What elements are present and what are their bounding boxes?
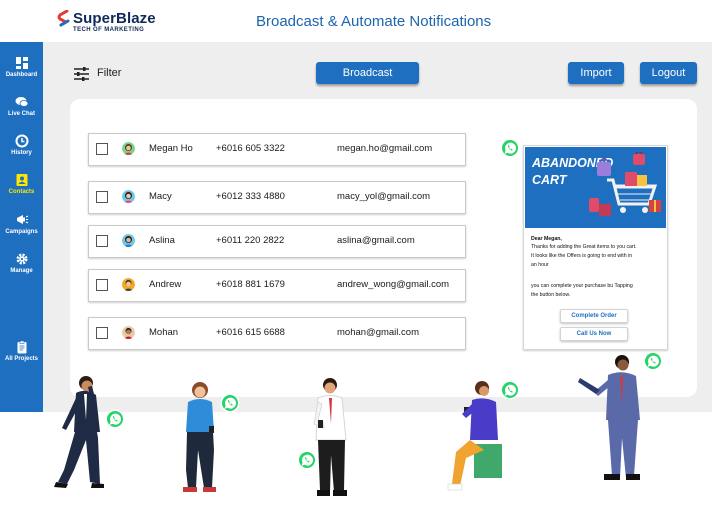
contact-name: Megan Ho	[149, 143, 193, 154]
contact-phone: +6012 333 4880	[216, 191, 285, 202]
man-tablet-figure	[578, 355, 640, 480]
sidebar-item-campaigns[interactable]: Campaigns	[0, 213, 43, 235]
sidebar-item-label: Campaigns	[5, 229, 38, 235]
contact-email: megan.ho@gmail.com	[337, 143, 433, 154]
sidebar-item-live-chat[interactable]: Live Chat	[0, 95, 43, 117]
contact-email: andrew_wong@gmail.com	[337, 279, 450, 290]
sidebar-item-dashboard[interactable]: Dashboard	[0, 56, 43, 78]
whatsapp-icon	[500, 138, 520, 158]
message-line: you can complete your purchase bu Tappin…	[531, 283, 633, 289]
row-checkbox[interactable]	[96, 191, 108, 203]
sidebar-item-contacts[interactable]: Contacts	[0, 173, 43, 195]
avatar	[122, 278, 135, 291]
sidebar-item-label: History	[11, 150, 32, 156]
contact-phone: +6016 615 6688	[216, 327, 285, 338]
import-button[interactable]: Import	[568, 62, 624, 84]
avatar	[122, 142, 135, 155]
message-line: the button below.	[531, 292, 571, 298]
filter-sliders-icon	[74, 67, 89, 81]
sidebar-item-label: Dashboard	[5, 72, 38, 78]
contact-row[interactable]: Mohan +6016 615 6688 mohan@gmail.com	[88, 317, 466, 350]
brand-tagline: TECH OF MARKETING	[73, 27, 145, 33]
contact-row[interactable]: Megan Ho +6016 605 3322 megan.ho@gmail.c…	[88, 133, 466, 166]
contact-email: mohan@gmail.com	[337, 327, 419, 338]
woman-phone-figure	[183, 382, 216, 492]
brand-name: SuperBlaze	[73, 10, 156, 27]
contact-name: Aslina	[149, 235, 175, 246]
megaphone-icon	[16, 215, 28, 224]
complete-order-button[interactable]: Complete Order	[560, 309, 628, 323]
message-preview-card: ABANDONED CART Dear Megan, Thanks for ad…	[523, 145, 668, 350]
gear-icon	[16, 253, 27, 265]
avatar	[122, 326, 135, 339]
man-phone-call-figure	[54, 376, 104, 488]
logo-mark-icon	[57, 10, 70, 27]
row-checkbox[interactable]	[96, 143, 108, 155]
contact-name: Macy	[149, 191, 172, 202]
call-us-now-button[interactable]: Call Us Now	[560, 327, 628, 341]
brand-logo[interactable]: SuperBlaze TECH OF MARKETING	[57, 9, 167, 35]
sidebar-item-history[interactable]: History	[0, 134, 43, 156]
contact-phone: +6016 605 3322	[216, 143, 285, 154]
woman-sitting-figure	[447, 381, 502, 491]
history-icon	[15, 134, 28, 148]
contact-email: aslina@gmail.com	[337, 235, 415, 246]
contact-phone: +6011 220 2822	[216, 235, 285, 246]
contact-name: Andrew	[149, 279, 182, 290]
people-with-phones-illustration	[54, 355, 640, 496]
filter-label: Filter	[97, 67, 122, 79]
contact-email: macy_yol@gmail.com	[337, 191, 431, 202]
sidebar-item-label: Manage	[10, 268, 33, 274]
contact-row[interactable]: Andrew +6018 881 1679 andrew_wong@gmail.…	[88, 269, 466, 302]
contact-phone: +6018 881 1679	[216, 279, 285, 290]
broadcast-button[interactable]: Broadcast	[316, 62, 419, 84]
contacts-icon	[16, 174, 27, 186]
sidebar-item-label: Live Chat	[7, 111, 35, 117]
page-title: Broadcast & Automate Notifications	[256, 13, 492, 30]
message-line: an hour	[531, 262, 549, 268]
dashboard-icon	[15, 57, 28, 69]
chat-icon	[15, 97, 28, 107]
contact-row[interactable]: Macy +6012 333 4880 macy_yol@gmail.com	[88, 181, 466, 214]
message-banner: ABANDONED CART	[525, 147, 666, 228]
sidebar-item-label: Contacts	[8, 189, 35, 195]
message-line: Thanks for adding the Great items to you…	[531, 244, 637, 250]
row-checkbox[interactable]	[96, 235, 108, 247]
sidebar-item-manage[interactable]: Manage	[0, 252, 43, 274]
row-checkbox[interactable]	[96, 327, 108, 339]
contact-name: Mohan	[149, 327, 179, 338]
shopping-cart-illustration	[589, 152, 661, 216]
avatar	[122, 190, 135, 203]
logout-button[interactable]: Logout	[640, 62, 697, 84]
avatar	[122, 234, 135, 247]
row-checkbox[interactable]	[96, 279, 108, 291]
contact-row[interactable]: Aslina +6011 220 2822 aslina@gmail.com	[88, 225, 466, 258]
header: SuperBlaze TECH OF MARKETING Broadcast &…	[0, 0, 712, 42]
app-window: SuperBlaze TECH OF MARKETING Broadcast &…	[0, 0, 712, 513]
man-texting-figure	[313, 378, 347, 496]
message-line: It looks like the Offers is going to end…	[531, 253, 633, 259]
